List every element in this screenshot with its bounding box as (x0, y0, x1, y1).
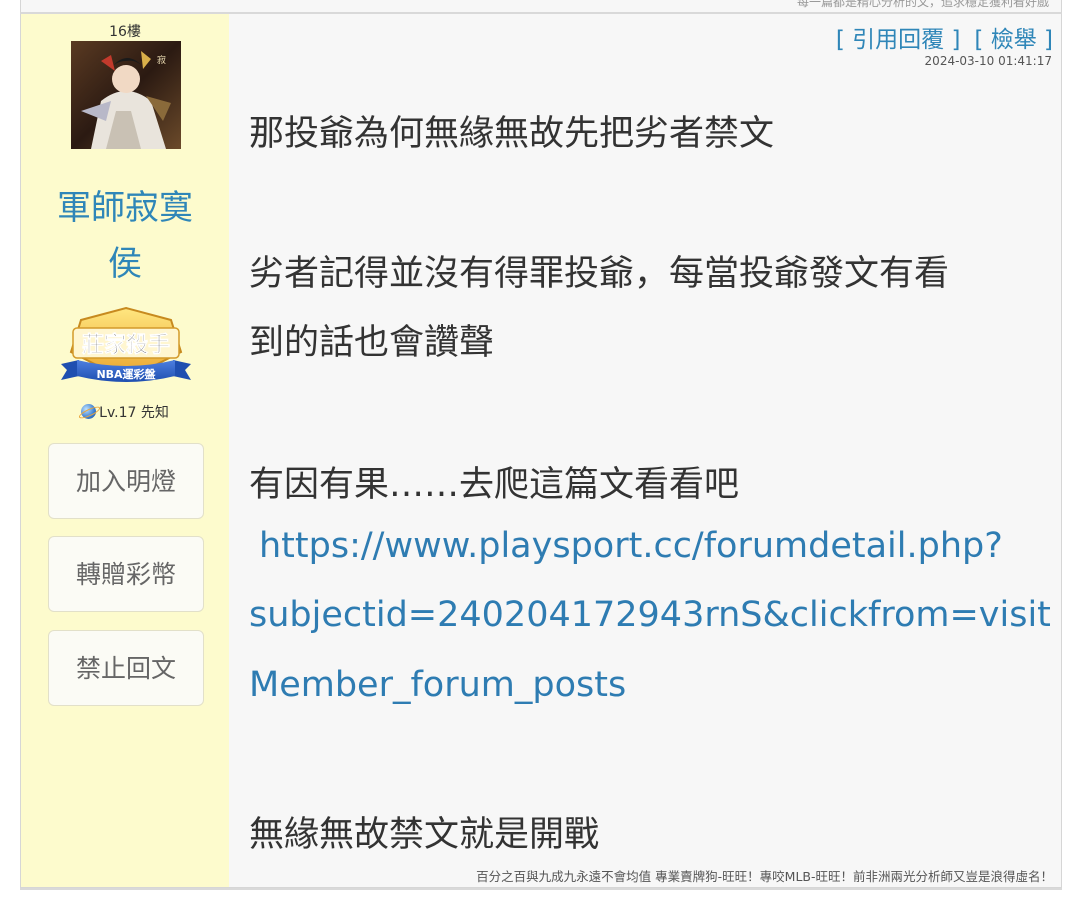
post-link-line-3[interactable]: Member_forum_posts (249, 665, 626, 705)
quote-reply-link[interactable]: [ 引用回覆 ] (836, 27, 961, 53)
previous-post-signature-strip: 每一篇都是精心分析的文，追求穩定獲利看好戲 (20, 0, 1062, 14)
level-text: Lv.17 先知 (99, 405, 169, 421)
avatar-image: 寂 (71, 41, 181, 149)
badge-title: 莊家殺手 (82, 332, 170, 358)
post-link-line-2[interactable]: subjectid=240204172943rnS&clickfrom=visi… (249, 595, 1051, 635)
username-line-1: 軍師寂寞 (57, 188, 193, 228)
post-link-line-1[interactable]: https://www.playsport.cc/forumdetail.php… (259, 526, 1003, 566)
body-paragraph-4: 無緣無故禁文就是開戰 (249, 815, 600, 855)
svg-text:寂: 寂 (157, 54, 166, 66)
body-paragraph-3: 有因有果……去爬這篇文看看吧 (249, 465, 740, 505)
ban-reply-button[interactable]: 禁止回文 (48, 630, 204, 706)
achievement-badge: 莊家殺手 NBA運彩盤 (59, 306, 193, 392)
member-level: Lv.17 先知 (21, 402, 229, 422)
previous-signature-text: 每一篇都是精心分析的文，追求穩定獲利看好戲 (796, 0, 1049, 9)
username-line-2: 侯 (108, 244, 142, 284)
add-light-button[interactable]: 加入明燈 (48, 443, 204, 519)
author-sidebar: 16樓 寂 軍師寂寞 侯 莊家殺手 NBA運彩盤 Lv.17 先知 加入明燈 轉… (21, 14, 229, 887)
body-paragraph-1: 那投爺為何無緣無故先把劣者禁文 (249, 114, 775, 154)
floor-label: 16樓 (109, 24, 141, 40)
body-paragraph-2-line-2: 到的話也會讚聲 (249, 323, 495, 363)
planet-icon (81, 404, 97, 419)
author-username[interactable]: 軍師寂寞 侯 (37, 180, 213, 292)
body-paragraph-2-line-1: 劣者記得並沒有得罪投爺，每當投爺發文有看 (249, 254, 950, 294)
badge-subtitle: NBA運彩盤 (96, 367, 156, 381)
post-timestamp: 2024-03-10 01:41:17 (924, 54, 1052, 68)
post-actions: [ 引用回覆 ] [ 檢舉 ] (822, 20, 1053, 54)
forum-post: 16樓 寂 軍師寂寞 侯 莊家殺手 NBA運彩盤 Lv.17 先知 加入明燈 轉… (20, 14, 1062, 890)
avatar[interactable]: 寂 (71, 41, 181, 149)
report-link[interactable]: [ 檢舉 ] (974, 27, 1053, 53)
author-signature: 百分之百與九成九永遠不會均值 專業賣牌狗-旺旺！專咬MLB-旺旺！前非洲兩光分析… (476, 869, 1053, 884)
transfer-coins-button[interactable]: 轉贈彩幣 (48, 536, 204, 612)
